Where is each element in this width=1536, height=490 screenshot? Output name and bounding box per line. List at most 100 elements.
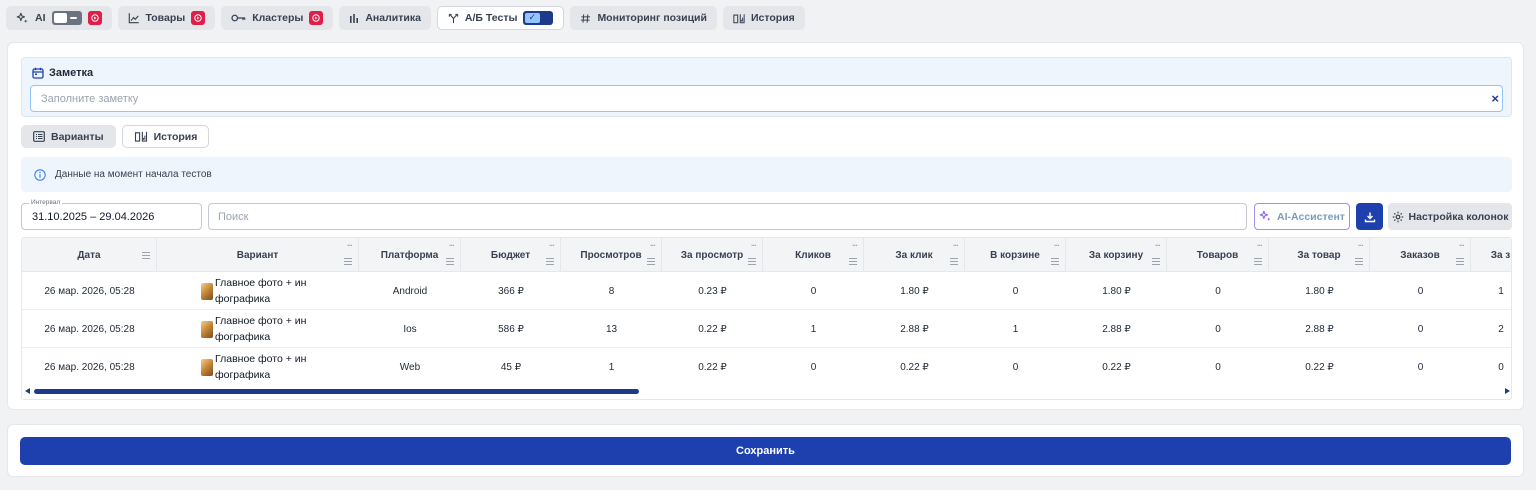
close-icon[interactable]: × [1491,91,1499,106]
column-more-icon[interactable]: ··· [1054,241,1060,250]
column-more-icon[interactable]: ··· [1459,241,1465,250]
sparkles-icon [1259,210,1271,221]
column-menu-icon[interactable] [1051,258,1059,265]
nav-ab-tests[interactable]: А/Б Тесты ✓ [436,6,565,30]
bar-chart-icon [350,13,359,23]
column-header[interactable]: В корзине ··· [965,238,1066,272]
nav-history[interactable]: История [722,6,805,30]
column-header-label: За клик [895,249,933,261]
nav-clusters[interactable]: Кластеры [221,6,334,30]
column-header[interactable]: За корзину ··· [1066,238,1167,272]
table-cell: 0.22 ₽ [698,323,727,335]
table-cell: 0.22 ₽ [900,361,929,373]
save-card: Сохранить [7,424,1524,477]
table-cell: 0 [1012,361,1019,373]
table-cell: 13 [605,323,618,335]
ai-assistant-button[interactable]: AI-Ассистент [1254,203,1350,230]
scroll-thumb[interactable] [34,389,639,394]
variant-name: Главное фото + ин фографика [215,315,307,343]
column-header[interactable]: За товар ··· [1269,238,1370,272]
column-header-label: Дата [77,249,101,261]
nav-ai[interactable]: AI [6,6,112,30]
top-nav: AI Товары Кластеры Аналитика А/Б Тесты ✓… [6,6,805,32]
column-more-icon[interactable]: ··· [449,241,455,250]
variant-thumbnail[interactable] [201,358,213,376]
table-cell: 1.80 ₽ [900,285,929,297]
scroll-left-icon[interactable] [25,388,30,394]
column-header-label: Платформа [380,249,439,261]
tab-variants-label: Варианты [51,130,104,143]
column-menu-icon[interactable] [546,258,554,265]
column-menu-icon[interactable] [647,258,655,265]
variant-name: Главное фото + ин фографика [215,353,307,381]
note-header: Заметка [32,67,93,79]
column-header[interactable]: Просмотров ··· [561,238,662,272]
column-more-icon[interactable]: ··· [852,241,858,250]
column-header[interactable]: Вариант ··· [157,238,359,272]
column-menu-icon[interactable] [1152,258,1160,265]
table-cell: Главное фото + ин фографика [157,272,359,310]
tab-history[interactable]: История [121,125,210,148]
variant-thumbnail[interactable] [201,320,213,338]
info-banner: Данные на момент начала тестов [21,157,1512,192]
column-menu-icon[interactable] [1355,258,1363,265]
split-icon [448,13,459,23]
column-header[interactable]: За клик ··· [864,238,965,272]
save-button[interactable]: Сохранить [20,437,1511,465]
horizontal-scrollbar[interactable] [22,385,1511,399]
column-settings-button[interactable]: Настройка колонок [1388,203,1512,230]
column-more-icon[interactable]: ··· [1257,241,1263,250]
column-header-label: За просмотр [680,249,744,261]
table-row[interactable]: 26 мар. 2026, 05:28 Главное фото + ин фог… [22,310,1511,348]
table-cell: 1 [1012,323,1019,335]
nav-monitoring[interactable]: Мониторинг позиций [570,6,717,30]
note-panel: Заметка × [21,57,1512,117]
chart-line-icon [128,13,139,24]
column-menu-icon[interactable] [142,252,150,259]
column-menu-icon[interactable] [748,258,756,265]
column-header[interactable]: За просмотр ··· [662,238,763,272]
column-header[interactable]: Бюджет ··· [461,238,561,272]
column-more-icon[interactable]: ··· [953,241,959,250]
table-cell: 1 [1498,285,1504,297]
column-header[interactable]: За з··· [1471,238,1511,272]
column-header[interactable]: Заказов ··· [1370,238,1471,272]
column-menu-icon[interactable] [1456,258,1464,265]
book-chart-icon [134,131,147,142]
variant-thumbnail[interactable] [201,282,213,300]
interval-picker[interactable]: Интервал 31.10.2025 – 29.04.2026 [21,199,202,230]
column-more-icon[interactable]: ··· [1155,241,1161,250]
column-header-label: За з [1490,249,1511,261]
column-menu-icon[interactable] [446,258,454,265]
column-header[interactable]: Платформа ··· [359,238,461,272]
nav-clusters-label: Кластеры [252,12,304,24]
calendar-icon [32,67,44,79]
table-row[interactable]: 26 мар. 2026, 05:28 Главное фото + ин фог… [22,272,1511,310]
ai-toggle[interactable] [51,11,82,25]
note-input[interactable] [30,85,1503,112]
search-input[interactable] [208,203,1247,230]
nav-tovary[interactable]: Товары [117,6,216,30]
column-header[interactable]: Товаров ··· [1167,238,1269,272]
column-more-icon[interactable]: ··· [1358,241,1364,250]
column-more-icon[interactable]: ··· [549,241,555,250]
tab-history-label: История [153,130,198,143]
column-more-icon[interactable]: ··· [751,241,757,250]
column-menu-icon[interactable] [1254,258,1262,265]
column-menu-icon[interactable] [950,258,958,265]
table-row[interactable]: 26 мар. 2026, 05:28 Главное фото + ин фог… [22,348,1511,386]
tab-variants[interactable]: Варианты [21,125,116,148]
column-header[interactable]: Дата [22,238,157,272]
column-more-icon[interactable]: ··· [650,241,656,250]
column-more-icon[interactable]: ··· [347,241,353,250]
column-header[interactable]: Кликов ··· [763,238,864,272]
nav-analytics[interactable]: Аналитика [339,6,431,30]
column-menu-icon[interactable] [849,258,857,265]
video-badge-icon [191,11,206,25]
table-cell: 1.80 ₽ [1102,285,1131,297]
table-cell: 366 ₽ [498,285,524,297]
download-button[interactable] [1356,203,1383,230]
column-menu-icon[interactable] [344,258,352,265]
scroll-right-icon[interactable] [1505,388,1510,394]
ab-tests-toggle[interactable]: ✓ [523,11,554,25]
